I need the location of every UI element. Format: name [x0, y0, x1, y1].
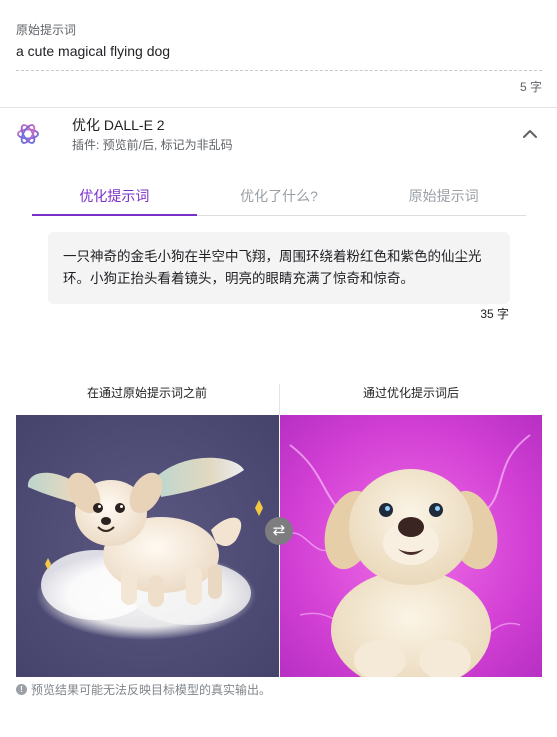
- preview-note: ! 预览结果可能无法反映目标模型的真实输出。: [16, 681, 271, 698]
- tab-optimized-prompt[interactable]: 优化提示词: [32, 180, 197, 216]
- preview-note-text: 预览结果可能无法反映目标模型的真实输出。: [31, 683, 272, 697]
- plugin-subtitle: 插件: 预览前/后, 标记为非乱码: [72, 138, 233, 152]
- after-image: [280, 415, 542, 677]
- chevron-up-icon[interactable]: [520, 124, 540, 144]
- tab-what-optimized[interactable]: 优化了什么?: [197, 180, 362, 215]
- original-prompt-count: 5 字: [519, 80, 542, 94]
- plugin-title: 优化 DALL-E 2: [72, 117, 165, 133]
- original-prompt-value[interactable]: a cute magical flying dog: [16, 42, 542, 60]
- openai-logo-icon: [15, 121, 41, 147]
- after-label: 通过优化提示词后: [362, 386, 459, 400]
- prompt-tabs: 优化提示词 优化了什么? 原始提示词: [32, 180, 526, 216]
- before-image: [16, 415, 279, 677]
- original-prompt-section: 原始提示词 a cute magical flying dog: [16, 22, 542, 60]
- tab-original-prompt[interactable]: 原始提示词: [361, 180, 526, 215]
- swap-arrows-icon[interactable]: ⇄: [265, 517, 293, 545]
- optimized-prompt-text: 一只神奇的金毛小狗在半空中飞翔，周围环绕着粉红色和紫色的仙尘光环。小狗正抬头看着…: [63, 249, 482, 286]
- prompt-divider: [16, 70, 542, 71]
- original-prompt-caption: 原始提示词: [16, 23, 77, 37]
- before-label: 在通过原始提示词之前: [86, 386, 207, 400]
- section-divider: [0, 107, 557, 108]
- optimized-prompt-count: 35 字: [480, 307, 509, 321]
- info-icon: !: [16, 684, 27, 695]
- optimized-prompt-box[interactable]: 一只神奇的金毛小狗在半空中飞翔，周围环绕着粉红色和紫色的仙尘光环。小狗正抬头看着…: [48, 232, 510, 304]
